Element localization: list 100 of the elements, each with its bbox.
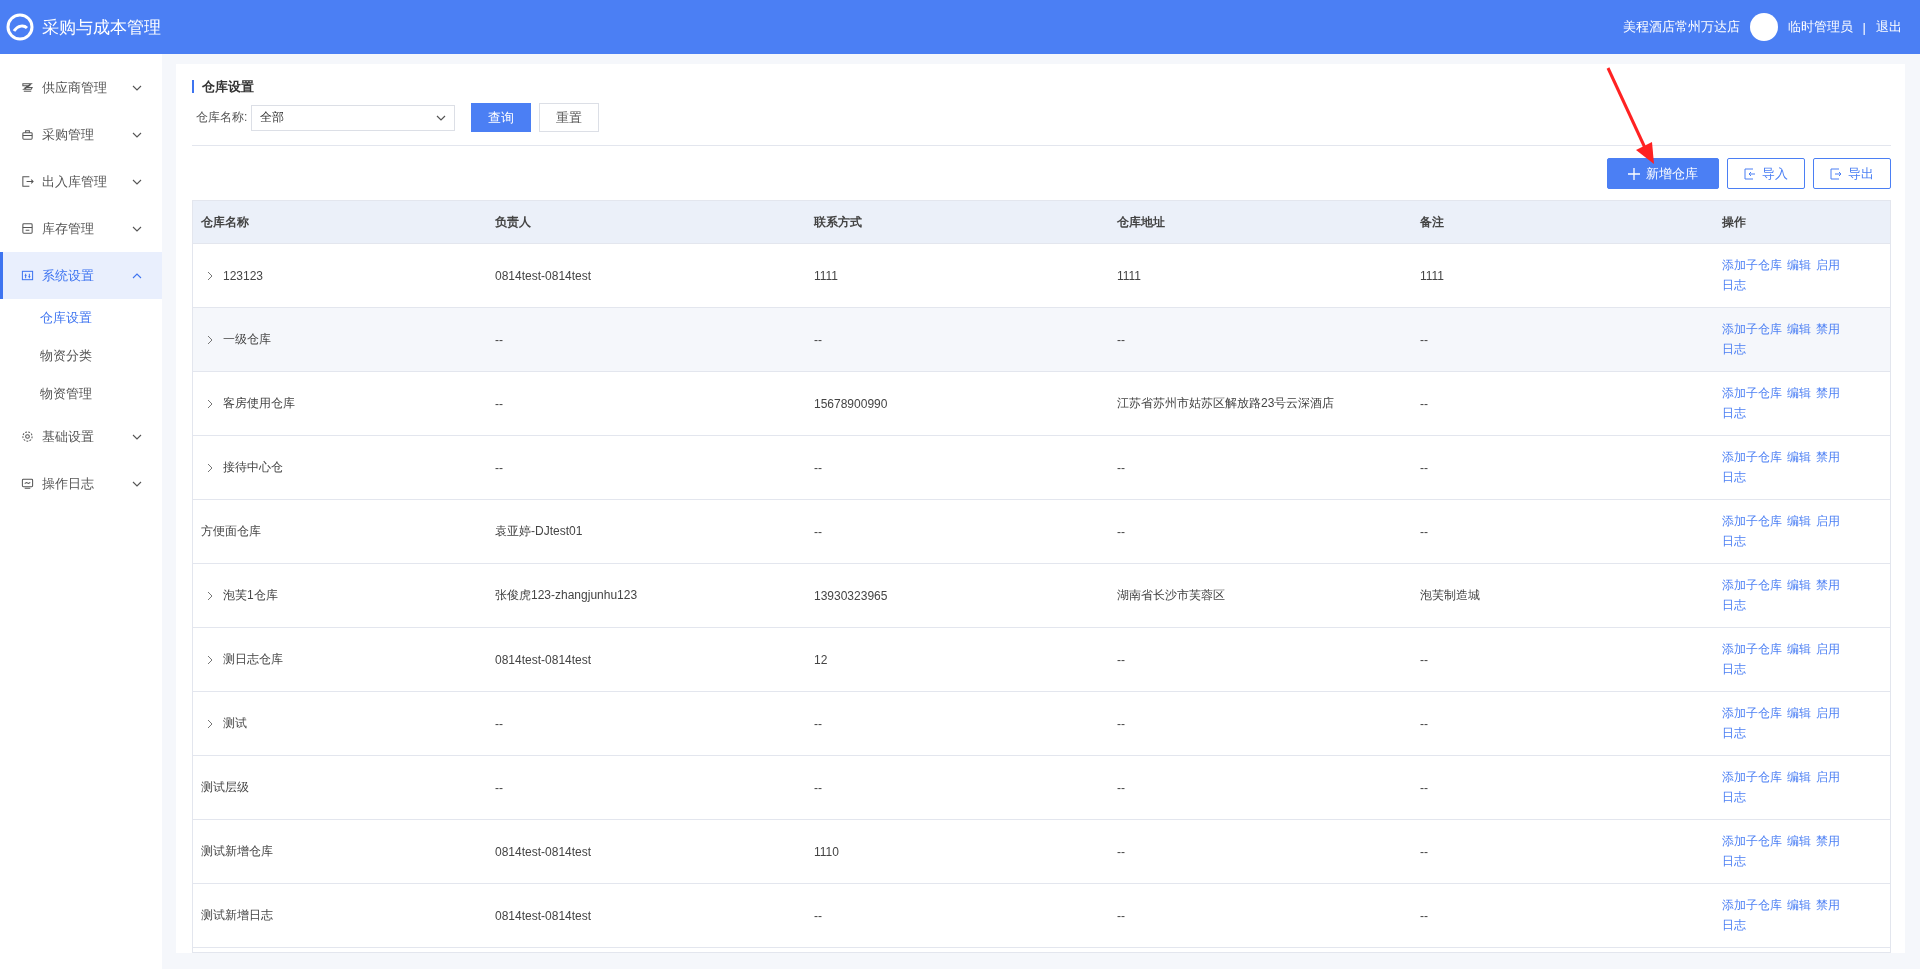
warehouse-select[interactable]: 全部 [251,104,456,131]
add-warehouse-button[interactable]: 新增仓库 [1607,158,1719,189]
sidebar-item[interactable]: 系统设置 [0,252,162,299]
column-header: 仓库地址 [1116,213,1166,231]
table-cell-text: 袁亚婷-DJtest01 [494,523,584,540]
action-link[interactable]: 启用 [1816,513,1840,530]
reset-button[interactable]: 重置 [539,103,600,132]
table-cell-text: -- [494,396,504,411]
table-cell-text: 0814test-0814test [494,652,593,667]
column-header: 负责人 [494,213,532,231]
table-cell-text: -- [1419,716,1429,731]
export-button[interactable]: 导出 [1813,158,1891,189]
expand-chevron-icon[interactable] [205,398,215,409]
action-link[interactable]: 编辑 [1787,449,1811,466]
action-link[interactable]: 添加子仓库 [1722,321,1782,338]
column-header: 操作 [1721,213,1747,231]
query-button[interactable]: 查询 [471,103,532,132]
sidebar-item[interactable]: 采购管理 [0,111,162,158]
table-cell-text: -- [1419,780,1429,795]
action-link[interactable]: 禁用 [1816,385,1840,402]
sidebar-subitem[interactable]: 物资管理 [0,375,162,413]
action-link[interactable]: 添加子仓库 [1722,513,1782,530]
sidebar-item[interactable]: 操作日志 [0,460,162,507]
sidebar-item[interactable]: 供应商管理 [0,64,162,111]
action-link[interactable]: 编辑 [1787,769,1811,786]
avatar[interactable] [1749,13,1778,41]
page-title: 仓库设置 [192,80,1891,93]
action-link[interactable]: 禁用 [1816,321,1840,338]
action-link[interactable]: 日志 [1722,597,1746,614]
action-link[interactable]: 编辑 [1787,833,1811,850]
action-link[interactable]: 编辑 [1787,705,1811,722]
action-link[interactable]: 编辑 [1787,513,1811,530]
sidebar-item[interactable]: 基础设置 [0,413,162,460]
panel-icon [21,269,34,282]
action-link[interactable]: 启用 [1816,257,1840,274]
action-link[interactable]: 添加子仓库 [1722,897,1782,914]
action-link[interactable]: 禁用 [1816,833,1840,850]
action-link[interactable]: 添加子仓库 [1722,449,1782,466]
app-title: 采购与成本管理 [42,16,161,39]
action-link[interactable]: 编辑 [1787,897,1811,914]
table-cell-text: -- [494,460,504,475]
table-cell-text: 1111 [1116,268,1143,283]
action-link[interactable]: 日志 [1722,789,1746,806]
table-cell-text: 泡芙制造城 [1419,587,1481,604]
table-cell: 123123 [223,268,264,283]
action-link[interactable]: 禁用 [1816,897,1840,914]
table-cell-text: -- [494,716,504,731]
export-icon [1830,167,1842,180]
sidebar-item[interactable]: 库存管理 [0,205,162,252]
action-link[interactable]: 禁用 [1816,449,1840,466]
gear-icon [21,430,34,443]
table-cell-text: -- [813,524,823,539]
table-cell: 测试新增日志 [201,907,273,924]
expand-chevron-icon[interactable] [205,334,215,345]
action-link[interactable]: 日志 [1722,341,1746,358]
action-link[interactable]: 编辑 [1787,577,1811,594]
expand-chevron-icon[interactable] [205,270,215,281]
table-cell-text: -- [813,908,823,923]
action-link[interactable]: 添加子仓库 [1722,577,1782,594]
action-link[interactable]: 添加子仓库 [1722,769,1782,786]
action-link[interactable]: 添加子仓库 [1722,705,1782,722]
action-link[interactable]: 禁用 [1816,577,1840,594]
action-link[interactable]: 日志 [1722,917,1746,934]
action-link[interactable]: 日志 [1722,405,1746,422]
expand-chevron-icon[interactable] [205,718,215,729]
action-link[interactable]: 启用 [1816,641,1840,658]
action-link[interactable]: 日志 [1722,469,1746,486]
action-link[interactable]: 添加子仓库 [1722,641,1782,658]
expand-chevron-icon[interactable] [205,462,215,473]
import-button[interactable]: 导入 [1727,158,1805,189]
table-cell: 测试层级 [201,779,249,796]
action-link[interactable]: 编辑 [1787,385,1811,402]
action-link[interactable]: 添加子仓库 [1722,385,1782,402]
sidebar-subitem[interactable]: 物资分类 [0,337,162,375]
action-link[interactable]: 日志 [1722,661,1746,678]
table-cell-text: -- [1116,652,1126,667]
table-cell: 测试 [223,715,247,732]
table-cell-text: 江苏省苏州市姑苏区解放路23号云深酒店 [1116,395,1336,412]
action-link[interactable]: 编辑 [1787,257,1811,274]
action-link[interactable]: 启用 [1816,705,1840,722]
action-link[interactable]: 日志 [1722,277,1746,294]
expand-chevron-icon[interactable] [205,590,215,601]
logout-link[interactable]: 退出 [1876,18,1902,36]
table-cell-text: -- [1116,908,1126,923]
sidebar-item[interactable]: 出入库管理 [0,158,162,205]
table-cell: 方便面仓库 [201,523,261,540]
action-link[interactable]: 日志 [1722,853,1746,870]
exchange-icon [21,175,34,188]
action-link[interactable]: 日志 [1722,725,1746,742]
action-link[interactable]: 编辑 [1787,321,1811,338]
action-link[interactable]: 编辑 [1787,641,1811,658]
table-cell-text: 1111 [813,268,840,283]
action-link[interactable]: 日志 [1722,533,1746,550]
action-link[interactable]: 启用 [1816,769,1840,786]
separator: | [1862,19,1866,35]
action-link[interactable]: 添加子仓库 [1722,257,1782,274]
action-link[interactable]: 添加子仓库 [1722,833,1782,850]
sidebar-subitem[interactable]: 仓库设置 [0,299,162,337]
expand-chevron-icon[interactable] [205,654,215,665]
user-name: 临时管理员 [1787,18,1853,36]
